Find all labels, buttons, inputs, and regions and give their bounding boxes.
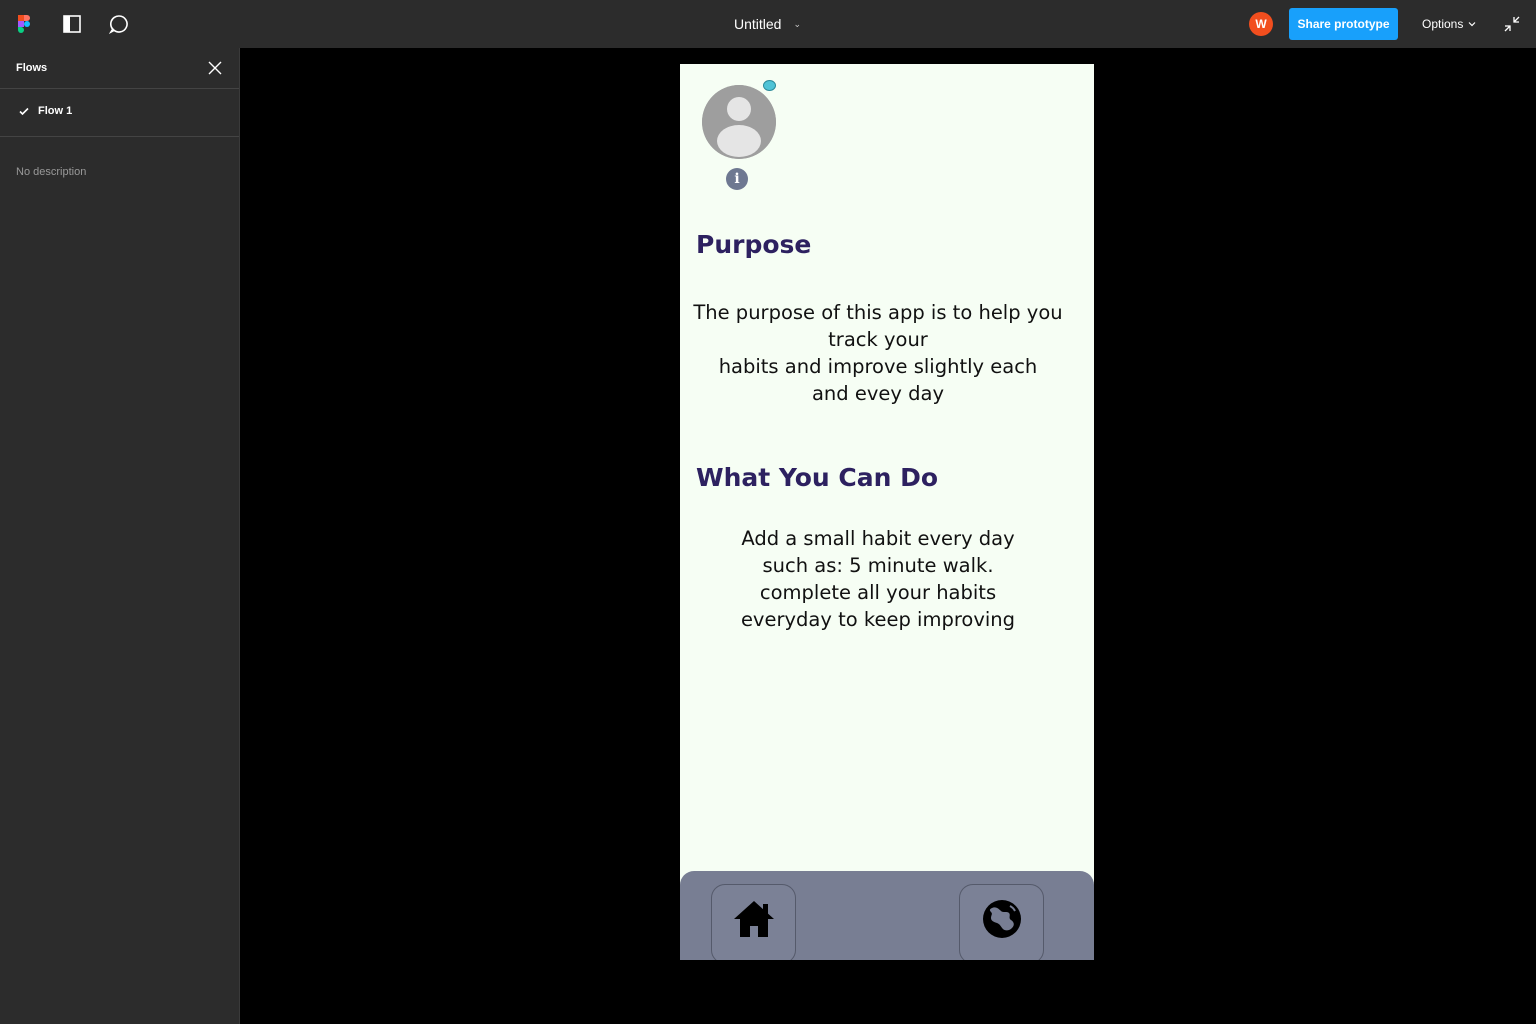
can-do-line: such as: 5 minute walk. — [762, 554, 994, 577]
can-do-line: everyday to keep improving — [740, 608, 1016, 631]
flows-panel: Flows Flow 1 No description — [0, 48, 240, 1024]
globe-nav-button[interactable] — [959, 884, 1044, 960]
options-label: Options — [1422, 17, 1464, 31]
can-do-line: complete all your habits — [759, 581, 997, 604]
purpose-text: The purpose of this app is to help you t… — [680, 299, 1076, 407]
prototype-frame: i Purpose The purpose of this app is to … — [680, 64, 1094, 960]
file-title[interactable]: Untitled ⌄ — [734, 16, 801, 32]
checkmark-icon — [19, 107, 29, 116]
status-dot — [763, 80, 776, 91]
globe-icon — [982, 900, 1021, 938]
can-do-line: Add a small habit every day — [741, 527, 1015, 550]
options-menu[interactable]: Options — [1422, 17, 1477, 31]
purpose-heading: Purpose — [696, 230, 812, 259]
collapse-icon[interactable] — [1502, 14, 1522, 34]
file-title-text: Untitled — [734, 16, 782, 32]
toolbar: Untitled ⌄ W Share prototype Options — [0, 0, 1536, 48]
flows-panel-title: Flows — [16, 62, 48, 74]
profile-avatar-icon[interactable] — [702, 85, 776, 159]
figma-logo-icon[interactable] — [12, 12, 36, 36]
sidebar-toggle-icon[interactable] — [60, 12, 84, 36]
flows-panel-header: Flows — [0, 48, 239, 89]
purpose-line: The purpose of this app is to help you — [693, 301, 1063, 324]
bottom-nav — [680, 871, 1094, 960]
chevron-down-icon: ⌄ — [793, 18, 802, 29]
info-icon[interactable]: i — [726, 168, 748, 190]
home-icon — [733, 901, 774, 937]
can-do-text: Add a small habit every day such as: 5 m… — [680, 525, 1076, 633]
chevron-down-icon — [1468, 22, 1476, 27]
user-avatar[interactable]: W — [1249, 12, 1273, 36]
flow-label: Flow 1 — [38, 105, 73, 117]
purpose-line: habits and improve slightly each — [718, 355, 1038, 378]
purpose-line: and evey day — [811, 382, 945, 405]
share-prototype-button[interactable]: Share prototype — [1289, 8, 1398, 40]
close-icon[interactable] — [206, 59, 224, 77]
purpose-line: track your — [828, 328, 928, 351]
can-do-heading: What You Can Do — [696, 463, 939, 492]
flow-description: No description — [16, 166, 87, 178]
flow-item[interactable]: Flow 1 — [0, 89, 239, 137]
comment-icon[interactable] — [107, 12, 131, 36]
home-nav-button[interactable] — [711, 884, 796, 960]
